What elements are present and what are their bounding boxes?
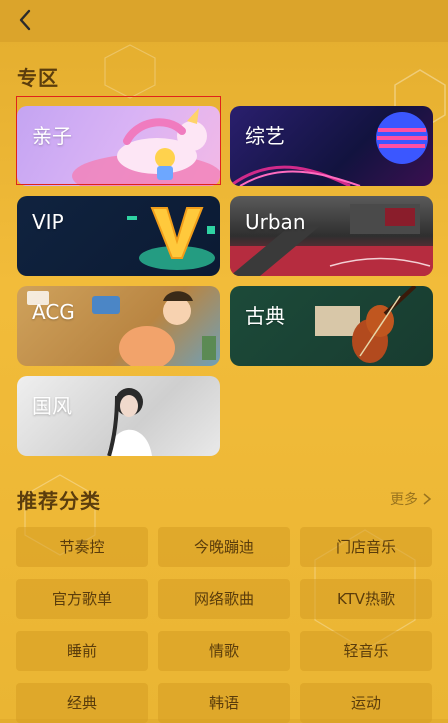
zone-section-title: 专区 bbox=[17, 66, 59, 90]
category-tag[interactable]: 睡前 bbox=[16, 631, 148, 671]
zone-card-label: 综艺 bbox=[245, 124, 285, 148]
zone-card-label: 亲子 bbox=[32, 124, 72, 148]
street-stairs-illustration bbox=[230, 204, 433, 276]
category-tag[interactable]: 情歌 bbox=[158, 631, 290, 671]
top-bar bbox=[0, 0, 448, 42]
zone-card-parent-child[interactable]: 亲子 bbox=[17, 106, 220, 186]
zone-card-classical[interactable]: 古典 bbox=[230, 286, 433, 366]
category-tag[interactable]: 韩语 bbox=[158, 683, 290, 723]
zone-card-vip[interactable]: VIP bbox=[17, 196, 220, 276]
category-tag[interactable]: 节奏控 bbox=[16, 527, 148, 567]
category-tag[interactable]: KTV热歌 bbox=[300, 579, 432, 619]
zone-card-urban[interactable]: Urban bbox=[230, 196, 433, 276]
anime-illustration bbox=[27, 291, 216, 366]
chevron-left-icon bbox=[19, 9, 31, 31]
zone-card-variety[interactable]: 综艺 bbox=[230, 106, 433, 186]
recommend-section-title: 推荐分类 bbox=[17, 489, 101, 513]
category-tag[interactable]: 经典 bbox=[16, 683, 148, 723]
more-link[interactable]: 更多 bbox=[390, 489, 432, 509]
category-tag[interactable]: 今晚蹦迪 bbox=[158, 527, 290, 567]
zone-card-label: Urban bbox=[245, 210, 306, 234]
category-tag[interactable]: 门店音乐 bbox=[300, 527, 432, 567]
category-tag[interactable]: 轻音乐 bbox=[300, 631, 432, 671]
zone-card-acg[interactable]: ACG bbox=[17, 286, 220, 366]
golden-v-trophy-illustration bbox=[127, 207, 215, 270]
chevron-right-icon bbox=[423, 493, 432, 505]
zone-card-label: VIP bbox=[32, 210, 64, 234]
zone-card-label: 古典 bbox=[245, 304, 285, 328]
hexagon-decoration bbox=[104, 44, 156, 99]
category-tag[interactable]: 官方歌单 bbox=[16, 579, 148, 619]
zone-card-chinese-style[interactable]: 国风 bbox=[17, 376, 220, 456]
category-tag[interactable]: 网络歌曲 bbox=[158, 579, 290, 619]
back-button[interactable] bbox=[12, 6, 40, 34]
zone-card-label: ACG bbox=[32, 300, 75, 324]
category-tag[interactable]: 运动 bbox=[300, 683, 432, 723]
more-label: 更多 bbox=[390, 492, 418, 508]
zone-card-label: 国风 bbox=[32, 394, 72, 418]
